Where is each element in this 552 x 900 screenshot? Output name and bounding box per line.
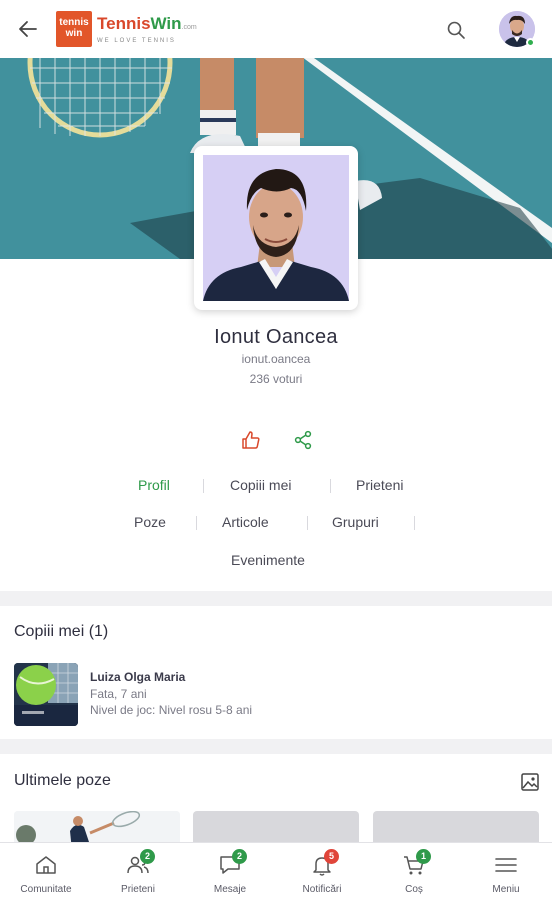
brand-com: .com	[181, 23, 197, 31]
app-header: tennis win TennisWin.com WE LOVE TENNIS	[0, 0, 552, 58]
tab-separator	[307, 516, 308, 530]
home-icon	[36, 856, 56, 874]
image-icon	[521, 773, 539, 791]
nav-prieteni[interactable]: 2 Prieteni	[92, 843, 184, 900]
gallery-button[interactable]	[520, 772, 540, 792]
profile-name: Ionut Oancea	[214, 326, 338, 348]
bottom-navigation: Comunitate 2 Prieteni 2 Mesaje 5 Notific…	[0, 842, 552, 900]
brand-tennis: Tennis	[97, 13, 151, 33]
menu-icon	[495, 858, 517, 872]
nav-meniu[interactable]: Meniu	[460, 843, 552, 900]
cart-badge: 1	[416, 849, 431, 864]
child-details: Fata, 7 ani	[90, 687, 147, 701]
share-icon	[294, 430, 312, 450]
like-button[interactable]	[241, 430, 261, 450]
nav-label: Comunitate	[20, 884, 72, 895]
tab-evenimente[interactable]: Evenimente	[231, 552, 305, 568]
photos-section-title: Ultimele poze	[14, 772, 111, 789]
children-section: Copiii mei (1) Luiza Olga Maria Fata, 7 …	[0, 606, 552, 739]
nav-cos[interactable]: 1 Coș	[368, 843, 460, 900]
child-thumbnail[interactable]	[14, 663, 78, 726]
logo-mark: tennis win	[56, 11, 92, 47]
nav-label: Meniu	[492, 884, 520, 895]
profile-username: ionut.oancea	[241, 352, 311, 366]
tab-profil[interactable]: Profil	[138, 477, 170, 493]
search-icon	[447, 21, 465, 39]
tab-prieteni[interactable]: Prieteni	[356, 477, 403, 493]
child-name[interactable]: Luiza Olga Maria	[90, 670, 185, 684]
nav-label: Prieteni	[121, 884, 155, 895]
brand-tagline: WE LOVE TENNIS	[97, 37, 176, 44]
tab-separator	[196, 516, 197, 530]
nav-label: Notificări	[302, 884, 342, 895]
profile-actions	[241, 430, 313, 450]
tab-separator	[203, 479, 204, 493]
nav-label: Coș	[405, 884, 423, 895]
share-button[interactable]	[293, 430, 313, 450]
nav-notificari[interactable]: 5 Notificări	[276, 843, 368, 900]
profile-photo-frame[interactable]	[194, 146, 358, 310]
friends-badge: 2	[140, 849, 155, 864]
child-level: Nivel de joc: Nivel rosu 5-8 ani	[90, 703, 253, 717]
profile-photo	[203, 155, 349, 301]
profile-votes: 236 voturi	[249, 372, 303, 386]
tab-separator	[414, 516, 415, 530]
tab-articole[interactable]: Articole	[222, 514, 269, 530]
notifications-badge: 5	[324, 849, 339, 864]
child-photo	[14, 663, 78, 726]
arrow-left-icon	[19, 21, 37, 37]
thumbs-up-icon	[242, 431, 260, 449]
tenniswin-logo[interactable]: tennis win TennisWin.com WE LOVE TENNIS	[56, 11, 197, 47]
nav-comunitate[interactable]: Comunitate	[0, 843, 92, 900]
online-status-dot	[526, 38, 535, 47]
nav-label: Mesaje	[213, 884, 247, 895]
tab-poze[interactable]: Poze	[134, 514, 166, 530]
tab-grupuri[interactable]: Grupuri	[332, 514, 379, 530]
back-button[interactable]	[14, 15, 42, 43]
messages-badge: 2	[232, 849, 247, 864]
search-button[interactable]	[444, 18, 468, 42]
photos-section: Ultimele poze	[0, 754, 552, 854]
tab-copiii-mei[interactable]: Copiii mei	[230, 477, 291, 493]
children-section-title: Copiii mei (1)	[14, 623, 109, 640]
nav-mesaje[interactable]: 2 Mesaje	[184, 843, 276, 900]
tab-separator	[330, 479, 331, 493]
brand-win: Win	[150, 13, 182, 33]
profile-photo-image	[203, 155, 349, 301]
